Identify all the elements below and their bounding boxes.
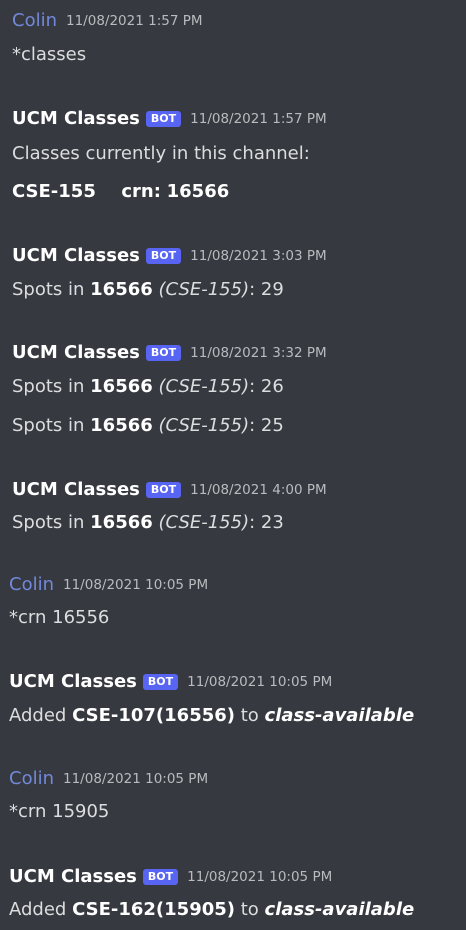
message-content-class-entry: CSE-155 crn: 16566 [12, 180, 229, 204]
message-content: *classes [12, 44, 87, 65]
message-content-spots: Spots in 16566 (CSE-155): 26 [12, 375, 284, 399]
message-timestamp: 11/08/2021 3:03 PM [190, 248, 327, 264]
message-header: UCM Classes BOT 11/08/2021 10:05 PM [9, 671, 332, 693]
course-crn: CSE-162(15905) [72, 899, 236, 920]
crn-value: 16566 [90, 512, 153, 533]
message-content: Classes currently in this channel: [12, 143, 310, 164]
message-header: Colin 11/08/2021 1:57 PM [12, 10, 203, 32]
message-content-added: Added CSE-162(15905) to class-available [9, 898, 414, 922]
message-content: *crn 15905 [9, 801, 110, 822]
message-header: Colin 11/08/2021 10:05 PM [9, 574, 208, 596]
message-header: UCM Classes BOT 11/08/2021 1:57 PM [12, 108, 327, 130]
spots-count: : 23 [249, 512, 284, 533]
bot-tag-badge: BOT [142, 869, 179, 885]
course-code: (CSE-155) [158, 415, 250, 436]
course-code: (CSE-155) [158, 279, 250, 300]
author-name[interactable]: Colin [9, 768, 54, 790]
spots-prefix: Spots in [12, 415, 91, 436]
message-content-added: Added CSE-107(16556) to class-available [9, 704, 414, 728]
bot-tag-badge: BOT [145, 248, 182, 264]
author-name[interactable]: Colin [12, 10, 57, 32]
message-timestamp: 11/08/2021 10:05 PM [187, 869, 333, 885]
message-header: UCM Classes BOT 11/08/2021 3:32 PM [12, 342, 327, 364]
bot-tag-badge: BOT [145, 111, 182, 127]
crn-value: 16566 [90, 415, 153, 436]
bot-tag-badge: BOT [145, 482, 182, 498]
added-middle: to [235, 899, 265, 920]
added-prefix: Added [9, 899, 73, 920]
message-timestamp: 11/08/2021 1:57 PM [190, 111, 327, 127]
message-content-spots: Spots in 16566 (CSE-155): 23 [12, 511, 284, 535]
spots-prefix: Spots in [12, 279, 91, 300]
bot-tag-badge: BOT [142, 674, 179, 690]
message-content-spots: Spots in 16566 (CSE-155): 25 [12, 414, 284, 438]
message-header: Colin 11/08/2021 10:05 PM [9, 768, 208, 790]
message-timestamp: 11/08/2021 10:05 PM [63, 771, 209, 787]
message-header: UCM Classes BOT 11/08/2021 4:00 PM [12, 479, 327, 501]
message-header: UCM Classes BOT 11/08/2021 10:05 PM [9, 866, 332, 888]
message-timestamp: 11/08/2021 10:05 PM [187, 674, 333, 690]
message-content-spots: Spots in 16566 (CSE-155): 29 [12, 278, 284, 302]
author-name[interactable]: UCM Classes [9, 671, 137, 693]
message-timestamp: 11/08/2021 10:05 PM [63, 577, 209, 593]
author-name[interactable]: UCM Classes [9, 866, 137, 888]
message-timestamp: 11/08/2021 4:00 PM [190, 482, 327, 498]
added-middle: to [235, 705, 265, 726]
channel-name: class-available [264, 705, 415, 726]
crn-value: 16566 [90, 279, 153, 300]
message-timestamp: 11/08/2021 3:32 PM [190, 345, 327, 361]
crn-value: 16566 [166, 181, 230, 202]
channel-name: class-available [264, 899, 415, 920]
chat-messages: Colin 11/08/2021 1:57 PM *classes UCM Cl… [0, 0, 466, 930]
course-crn: CSE-107(16556) [72, 705, 236, 726]
crn-label: crn: [121, 181, 161, 202]
added-prefix: Added [9, 705, 73, 726]
message-header: UCM Classes BOT 11/08/2021 3:03 PM [12, 245, 327, 267]
author-name[interactable]: Colin [9, 574, 54, 596]
course-code: (CSE-155) [158, 376, 250, 397]
spots-prefix: Spots in [12, 376, 91, 397]
bot-tag-badge: BOT [145, 345, 182, 361]
crn-value: 16566 [90, 376, 153, 397]
course-code: (CSE-155) [158, 512, 250, 533]
spots-count: : 29 [249, 279, 284, 300]
spots-count: : 25 [249, 415, 284, 436]
spots-count: : 26 [249, 376, 284, 397]
message-timestamp: 11/08/2021 1:57 PM [66, 13, 203, 29]
author-name[interactable]: UCM Classes [12, 245, 140, 267]
message-content: *crn 16556 [9, 607, 110, 628]
course-code: CSE-155 [12, 181, 96, 202]
spots-prefix: Spots in [12, 512, 91, 533]
author-name[interactable]: UCM Classes [12, 479, 140, 501]
author-name[interactable]: UCM Classes [12, 108, 140, 130]
author-name[interactable]: UCM Classes [12, 342, 140, 364]
